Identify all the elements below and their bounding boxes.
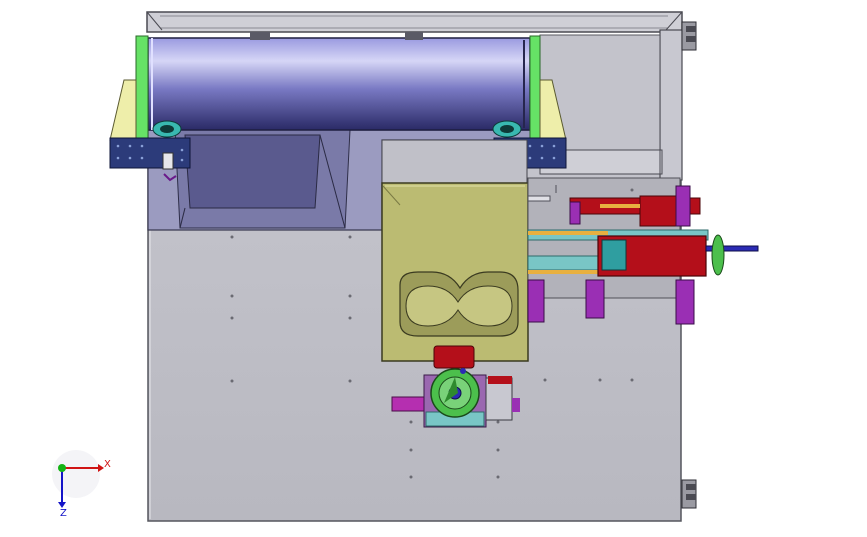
axis-triad: X Z <box>52 450 111 519</box>
cad-drawing[interactable]: X Z <box>0 0 867 533</box>
cad-viewport[interactable]: X Z <box>0 0 867 533</box>
drum-roller <box>147 32 531 131</box>
clamp-bottom-right <box>681 479 697 509</box>
inner-panel <box>381 139 528 186</box>
green-strip-left <box>135 35 149 141</box>
mould-block <box>381 182 529 362</box>
yellow-bracket-left <box>109 79 137 141</box>
green-strip-right <box>529 35 541 141</box>
z-axis-label: Z <box>60 508 67 519</box>
x-axis-label: X <box>104 459 111 470</box>
clamp-top-right <box>681 21 697 51</box>
